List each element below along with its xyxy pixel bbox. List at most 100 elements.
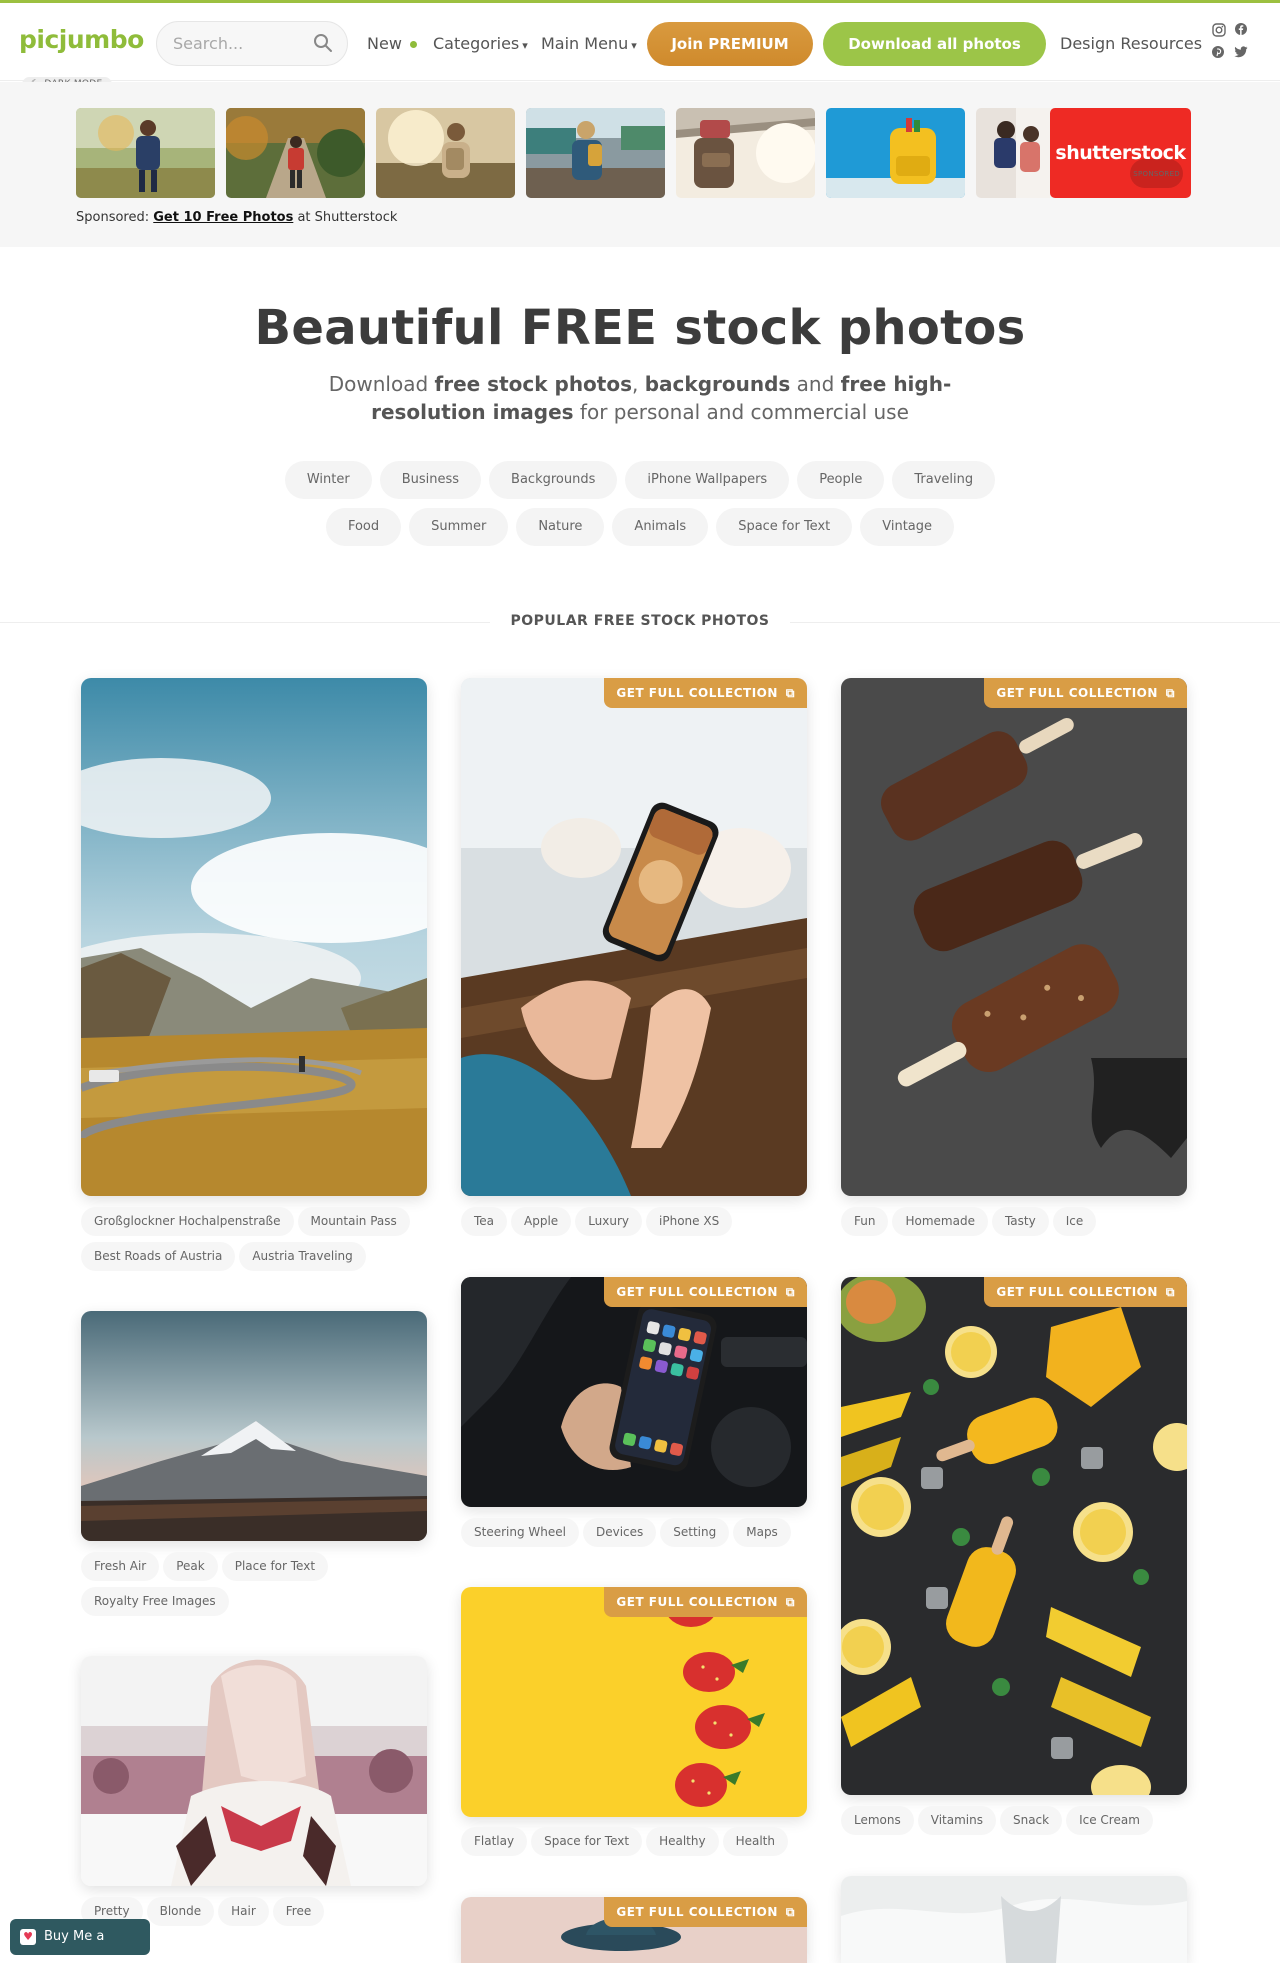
tag-link[interactable]: Free — [272, 1897, 325, 1926]
category-chip-winter[interactable]: Winter — [284, 461, 372, 499]
buy-me-a-coffee-button[interactable]: ♥ Buy Me a Coffee — [10, 1919, 150, 1955]
tag-link[interactable]: Ice Cream — [1066, 1806, 1153, 1835]
sponsored-thumbnail[interactable] — [376, 108, 515, 198]
tag-link[interactable]: Austria Traveling — [239, 1242, 366, 1271]
get-full-collection-badge[interactable]: GET FULL COLLECTION ⧉ — [604, 678, 807, 708]
instagram-icon[interactable] — [1212, 23, 1226, 37]
category-chips-row-1: Winter Business Backgrounds iPhone Wallpape… — [0, 461, 1280, 499]
tag-link[interactable]: Peak — [163, 1552, 218, 1581]
photo-card-mountain-peak[interactable] — [81, 1311, 427, 1541]
tag-link[interactable]: Mountain Pass — [297, 1207, 410, 1236]
nav-main-menu[interactable]: Main Menu ▾ — [541, 34, 637, 53]
category-chip-food[interactable]: Food — [325, 508, 402, 546]
tag-link[interactable]: Lemons — [841, 1806, 914, 1835]
tag-link[interactable]: Health — [722, 1827, 788, 1856]
search-icon[interactable] — [313, 33, 333, 53]
tag-link[interactable]: Steering Wheel — [461, 1518, 579, 1547]
external-link-icon: ⧉ — [1165, 686, 1175, 700]
photo-mango-popsicles — [841, 1277, 1187, 1795]
backpack-bridge-image — [676, 108, 815, 198]
photo-tags: Fresh Air Peak Place for Text Royalty Free … — [81, 1552, 441, 1622]
shutterstock-ad[interactable]: shutterstock SPONSORED — [1050, 108, 1191, 198]
sponsored-thumbnail[interactable] — [676, 108, 815, 198]
nav-categories[interactable]: Categories ▾ — [433, 34, 528, 53]
logo[interactable]: picjumbo — [19, 25, 144, 54]
get-full-collection-badge[interactable]: GET FULL COLLECTION ⧉ — [604, 1277, 807, 1307]
tag-link[interactable]: Snack — [999, 1806, 1063, 1835]
tag-link[interactable]: Blonde — [146, 1897, 215, 1926]
page-subtitle: Download free stock photos, backgrounds … — [300, 370, 980, 426]
twitter-icon[interactable] — [1234, 46, 1248, 58]
facebook-icon[interactable] — [1235, 23, 1247, 35]
photo-card-mango-popsicles[interactable]: GET FULL COLLECTION ⧉ — [841, 1277, 1187, 1795]
external-link-icon: ⧉ — [785, 686, 795, 700]
photo-card-woman-hat[interactable]: GET FULL COLLECTION ⧉ — [461, 1897, 807, 1963]
tag-link[interactable]: Hair — [218, 1897, 269, 1926]
search-input[interactable] — [173, 34, 313, 53]
page-title: Beautiful FREE stock photos — [254, 300, 1026, 356]
photo-card-iphone-cafe[interactable]: GET FULL COLLECTION ⧉ — [461, 678, 807, 1196]
photo-tags: Flatlay Space for Text Healthy Health — [461, 1827, 821, 1862]
category-chip-business[interactable]: Business — [379, 461, 482, 499]
subtitle-emphasis: free stock photos — [434, 372, 632, 396]
tag-link[interactable]: Healthy — [646, 1827, 719, 1856]
external-link-icon: ⧉ — [785, 1595, 795, 1609]
category-chip-space-for-text[interactable]: Space for Text — [716, 508, 853, 546]
get-full-collection-badge[interactable]: GET FULL COLLECTION ⧉ — [604, 1897, 807, 1927]
category-chip-nature[interactable]: Nature — [516, 508, 605, 546]
tag-link[interactable]: Fresh Air — [81, 1552, 160, 1581]
sponsored-thumbnail[interactable] — [76, 108, 215, 198]
subtitle-emphasis: backgrounds — [644, 372, 791, 396]
tag-link[interactable]: Ice — [1052, 1207, 1097, 1236]
tag-link[interactable]: Luxury — [575, 1207, 643, 1236]
tag-link[interactable]: Fun — [841, 1207, 889, 1236]
sponsored-thumbnail[interactable] — [826, 108, 965, 198]
category-chip-traveling[interactable]: Traveling — [892, 461, 996, 499]
tag-link[interactable]: Flatlay — [461, 1827, 528, 1856]
tag-link[interactable]: Tasty — [991, 1207, 1049, 1236]
subtitle-text: and — [790, 372, 841, 396]
category-chip-people[interactable]: People — [797, 461, 885, 499]
photo-card-white-sheets[interactable] — [841, 1876, 1187, 1963]
category-chip-summer[interactable]: Summer — [409, 508, 509, 546]
category-chip-vintage[interactable]: Vintage — [860, 508, 955, 546]
photo-card-iphone-car[interactable]: GET FULL COLLECTION ⧉ — [461, 1277, 807, 1507]
tag-link[interactable]: Homemade — [892, 1207, 988, 1236]
woman-sunset-image — [376, 108, 515, 198]
tag-link[interactable]: iPhone XS — [646, 1207, 733, 1236]
pinterest-icon[interactable] — [1212, 46, 1224, 58]
get-full-collection-badge[interactable]: GET FULL COLLECTION ⧉ — [984, 678, 1187, 708]
photo-card-chocolate-ice-cream[interactable]: GET FULL COLLECTION ⧉ — [841, 678, 1187, 1196]
photo-card-mountain-road[interactable] — [81, 678, 427, 1196]
tag-link[interactable]: Maps — [733, 1518, 791, 1547]
tag-link[interactable]: Royalty Free Images — [81, 1587, 229, 1616]
category-chip-backgrounds[interactable]: Backgrounds — [489, 461, 618, 499]
photo-card-blonde-woman[interactable] — [81, 1656, 427, 1886]
photo-chocolate-ice-cream — [841, 678, 1187, 1196]
get-full-collection-badge[interactable]: GET FULL COLLECTION ⧉ — [984, 1277, 1187, 1307]
get-full-collection-badge[interactable]: GET FULL COLLECTION ⧉ — [604, 1587, 807, 1617]
sponsored-thumbnail[interactable] — [226, 108, 365, 198]
category-chip-animals[interactable]: Animals — [612, 508, 709, 546]
category-chip-iphone-wallpapers[interactable]: iPhone Wallpapers — [625, 461, 790, 499]
tag-link[interactable]: Best Roads of Austria — [81, 1242, 236, 1271]
tag-link[interactable]: Setting — [660, 1518, 730, 1547]
download-all-photos-button[interactable]: Download all photos — [823, 22, 1046, 66]
tag-link[interactable]: Space for Text — [531, 1827, 643, 1856]
sponsored-thumbnail[interactable] — [526, 108, 665, 198]
tag-link[interactable]: Place for Text — [221, 1552, 329, 1581]
tag-link[interactable]: Tea — [461, 1207, 508, 1236]
hiker-forest-image — [226, 108, 365, 198]
chevron-down-icon: ▾ — [631, 39, 637, 52]
sponsored-thumbnail[interactable] — [976, 108, 1054, 198]
nav-design-resources[interactable]: Design Resources — [1060, 34, 1202, 53]
join-premium-button[interactable]: Join PREMIUM — [647, 22, 813, 66]
tag-link[interactable]: Devices — [582, 1518, 657, 1547]
get-free-photos-link[interactable]: Get 10 Free Photos — [153, 210, 293, 225]
tag-link[interactable]: Großglockner Hochalpenstraße — [81, 1207, 294, 1236]
tag-link[interactable]: Apple — [511, 1207, 572, 1236]
search-box[interactable] — [156, 21, 348, 66]
nav-new[interactable]: New — [367, 34, 417, 53]
tag-link[interactable]: Vitamins — [917, 1806, 996, 1835]
photo-card-strawberries[interactable]: GET FULL COLLECTION ⧉ — [461, 1587, 807, 1817]
